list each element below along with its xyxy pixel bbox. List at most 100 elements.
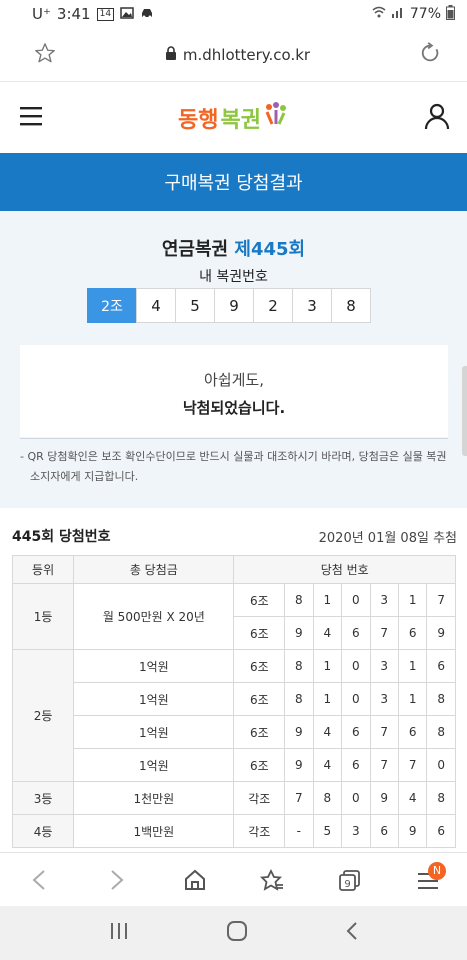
lock-icon (165, 45, 177, 64)
digit-cell: 9 (397, 814, 428, 848)
bookmarks-star-icon[interactable] (252, 860, 292, 900)
digit-cell: 6 (426, 649, 456, 683)
digit-cell: 1 (397, 649, 428, 683)
ticket-digit: 5 (175, 288, 215, 323)
tabs-icon[interactable]: 9 (330, 860, 370, 900)
digit-cell: 9 (284, 748, 314, 782)
digit-cell: 0 (341, 781, 371, 815)
hamburger-menu-icon[interactable] (20, 106, 44, 130)
digit-cell: 3 (369, 583, 399, 617)
recent-apps-icon[interactable] (109, 922, 129, 944)
digit-cell: 1 (312, 583, 343, 617)
digit-cell: 7 (369, 616, 399, 650)
group-cell: 6조 (233, 649, 286, 683)
my-ticket-label: 내 복권번호 (199, 269, 268, 285)
digit-cell: 1 (312, 682, 343, 716)
result-message-line1: 아쉽게도, (204, 371, 264, 389)
image-icon (120, 5, 134, 23)
reload-icon[interactable] (419, 41, 441, 68)
digit-cell: 1 (312, 649, 343, 683)
draw-date: 2020년 01월 08일 추첨 (318, 530, 457, 546)
round-number: 제445회 (234, 239, 306, 260)
digit-cell: 9 (426, 616, 456, 650)
digit-cell: 8 (426, 715, 456, 749)
android-nav-bar (0, 906, 467, 960)
url-text: m.dhlottery.co.kr (182, 45, 311, 64)
signal-icon (391, 6, 405, 22)
digit-cell: 8 (426, 682, 456, 716)
site-logo[interactable]: 동행 복권 (178, 102, 289, 134)
digit-cell: 0 (341, 682, 371, 716)
status-bar: U⁺ 3:41 14 77% (0, 0, 467, 28)
digit-cell: 8 (426, 781, 456, 815)
qr-notice: - QR 당첨확인은 보조 확인수단이므로 반드시 실물과 대조하시기 바라며,… (20, 450, 447, 483)
rank-cell: 2등 (11, 649, 75, 782)
digit-cell: 6 (341, 715, 371, 749)
url-field[interactable]: m.dhlottery.co.kr (165, 46, 310, 64)
table-row: 1억원 6조 9 4 6 7 6 8 (13, 715, 456, 749)
digit-cell: 3 (369, 649, 399, 683)
digit-cell: 5 (312, 814, 343, 848)
ticket-digit: 8 (331, 288, 371, 323)
digit-cell: 7 (369, 748, 399, 782)
bookmark-star-icon[interactable] (34, 42, 56, 68)
table-row: 1억원 6조 8 1 0 3 1 8 (13, 682, 456, 716)
digit-cell: 8 (284, 583, 314, 617)
col-header-prize: 총 당첨금 (73, 555, 235, 584)
table-row: 3등 1천만원 각조 7 8 0 9 4 8 (11, 781, 456, 815)
ticket-digit: 4 (136, 288, 176, 323)
ticket-digit: 2 (253, 288, 293, 323)
table-row: 1등 월 500만원 X 20년 6조 8 1 0 3 1 7 (11, 583, 456, 650)
digit-cell: 7 (397, 748, 428, 782)
group-cell: 각조 (233, 814, 286, 848)
digit-cell: 6 (397, 616, 428, 650)
page-title: 구매복권 당첨결과 (164, 173, 303, 194)
digit-cell: 7 (369, 715, 399, 749)
notification-badge: 14 (96, 7, 115, 21)
rank-cell: 1등 (11, 583, 75, 650)
battery-icon (446, 4, 455, 24)
digit-cell: 4 (397, 781, 428, 815)
new-badge: N (428, 861, 447, 880)
ticket-group: 2조 (87, 288, 137, 323)
user-profile-icon[interactable] (423, 102, 451, 134)
browser-bottom-nav: 9 N (0, 852, 467, 906)
browser-menu-icon[interactable]: N (408, 860, 448, 900)
back-button-icon[interactable] (345, 921, 359, 945)
col-header-numbers: 당첨 번호 (233, 555, 456, 584)
home-icon[interactable] (175, 860, 215, 900)
digit-cell: 4 (312, 616, 343, 650)
result-message-line2: 낙첨되었습니다. (182, 399, 286, 417)
digit-cell: 0 (341, 583, 371, 617)
browser-url-bar: m.dhlottery.co.kr (0, 28, 467, 82)
rank-cell: 3등 (11, 781, 75, 815)
result-panel: 연금복권 제445회 내 복권번호 2조 4 5 9 2 3 8 아쉽게도, 낙… (0, 211, 467, 508)
col-header-rank: 등위 (11, 555, 75, 584)
digit-cell: 7 (426, 583, 456, 617)
prize-cell: 1억원 (73, 649, 235, 683)
home-button-icon[interactable] (226, 920, 248, 946)
digit-cell: 9 (284, 715, 314, 749)
digit-cell: 8 (284, 649, 314, 683)
digit-cell: 0 (426, 748, 456, 782)
rank-cell: 4등 (11, 814, 75, 848)
winning-title: 445회 당첨번호 (12, 529, 111, 545)
group-cell: 각조 (233, 781, 286, 815)
digit-cell: 9 (284, 616, 314, 650)
wifi-icon (372, 6, 386, 22)
digit-cell: 1 (397, 682, 428, 716)
digit-cell: 8 (284, 682, 314, 716)
forward-arrow-icon[interactable] (97, 860, 137, 900)
prize-cell: 1백만원 (73, 814, 235, 848)
carrier-label: U⁺ (32, 5, 51, 23)
scroll-handle[interactable] (462, 366, 467, 456)
digit-cell: - (284, 814, 314, 848)
digit-cell: 6 (341, 616, 371, 650)
divider (20, 438, 448, 439)
back-arrow-icon[interactable] (19, 860, 59, 900)
digit-cell: 1 (397, 583, 428, 617)
clock: 3:41 (56, 5, 91, 23)
svg-text:9: 9 (345, 879, 351, 890)
prize-cell: 1억원 (73, 748, 235, 782)
battery-level: 77% (409, 6, 441, 22)
